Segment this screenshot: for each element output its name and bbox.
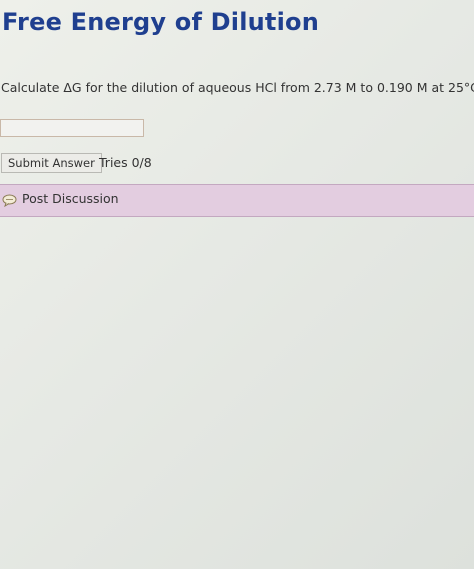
tries-counter: Tries 0/8 bbox=[99, 155, 152, 170]
post-discussion-label: Post Discussion bbox=[22, 191, 119, 206]
answer-input[interactable] bbox=[0, 119, 144, 137]
discussion-bar: Post Discussion bbox=[0, 184, 474, 217]
post-discussion-link[interactable]: Post Discussion bbox=[2, 191, 119, 208]
chat-bubble-icon bbox=[2, 192, 17, 208]
submit-answer-button[interactable]: Submit Answer bbox=[1, 153, 102, 173]
question-text: Calculate ΔG for the dilution of aqueous… bbox=[1, 80, 474, 95]
page-title: Free Energy of Dilution bbox=[2, 8, 319, 36]
